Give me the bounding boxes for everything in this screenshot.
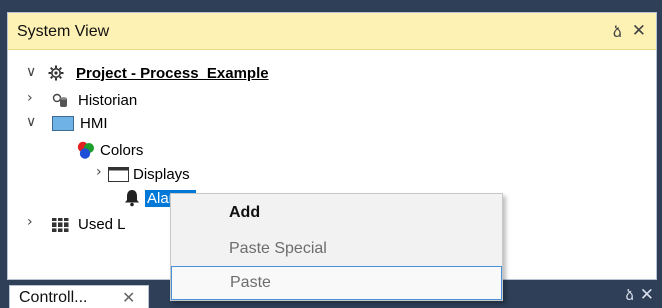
- chevron-down-icon[interactable]: ∨: [26, 114, 36, 130]
- close-icon[interactable]: ✕: [640, 285, 654, 305]
- close-icon[interactable]: ✕: [632, 21, 646, 41]
- close-icon[interactable]: ✕: [122, 288, 135, 308]
- tree-item-historian[interactable]: › Historian: [26, 89, 137, 111]
- menu-item-label: Paste: [230, 274, 271, 291]
- menu-item-paste[interactable]: Paste: [171, 266, 502, 300]
- rgb-colors-icon: [76, 140, 96, 160]
- tree-item-displays[interactable]: › Displays: [96, 163, 190, 185]
- menu-item-add[interactable]: Add: [171, 196, 502, 230]
- context-menu: Add Paste Special Paste: [170, 193, 503, 301]
- menu-item-paste-special[interactable]: Paste Special: [171, 232, 502, 266]
- tree-item-colors[interactable]: Colors: [76, 139, 143, 161]
- chevron-down-icon[interactable]: ∨: [26, 64, 36, 80]
- tree-item-label: HMI: [80, 114, 108, 132]
- pin-icon[interactable]: ձ: [613, 23, 622, 41]
- database-icon: [52, 92, 68, 108]
- tree-item-hmi[interactable]: ∨ HMI: [26, 112, 108, 134]
- tab-label: Controll...: [19, 289, 88, 306]
- tab-controller[interactable]: Controll... ✕: [9, 285, 149, 308]
- chevron-right-icon[interactable]: ›: [27, 90, 33, 106]
- tree-item-label: Project - Process_Example: [76, 64, 269, 82]
- panel-title: System View: [17, 23, 110, 40]
- menu-item-label: Paste Special: [229, 240, 327, 257]
- tree-item-used-libraries[interactable]: › Used L: [26, 213, 126, 235]
- pin-icon[interactable]: ձ: [625, 288, 634, 304]
- window-icon: [108, 166, 129, 182]
- menu-item-label: Add: [229, 204, 261, 221]
- tree-item-project[interactable]: ∨ Project - Process_Example: [26, 62, 269, 84]
- chevron-right-icon[interactable]: ›: [96, 164, 102, 180]
- gear-icon: [48, 65, 64, 81]
- panel-header: System View ձ ✕: [8, 13, 656, 50]
- tree-item-label: Historian: [78, 91, 138, 109]
- tree-item-label: Colors: [100, 141, 144, 159]
- tree-item-label: Used L: [78, 215, 126, 233]
- monitor-icon: [52, 115, 74, 131]
- tree-item-label: Displays: [133, 165, 190, 183]
- library-icon: [52, 217, 69, 232]
- chevron-right-icon[interactable]: ›: [27, 214, 33, 230]
- bell-icon: [124, 189, 140, 207]
